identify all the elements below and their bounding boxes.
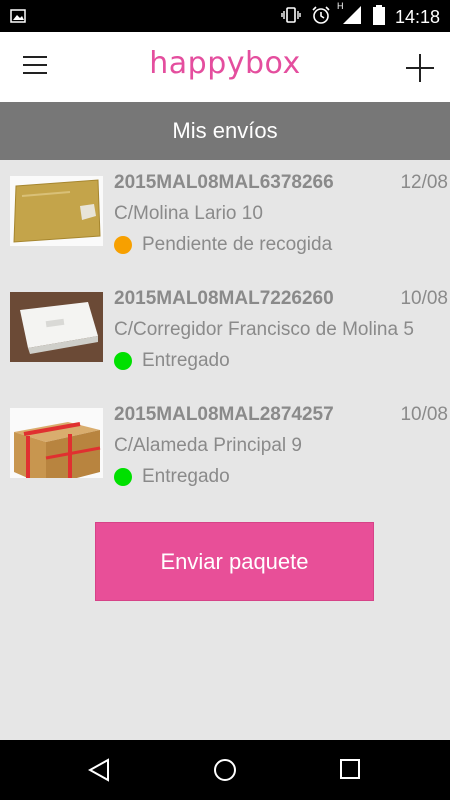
shipment-list: 2015MAL08MAL6378266 12/08 C/Molina Lario… [0,160,450,508]
status-label: Entregado [142,350,230,371]
send-package-button[interactable]: Enviar paquete [95,522,374,601]
shipment-thumbnail [10,176,103,246]
shipment-item[interactable]: 2015MAL08MAL6378266 12/08 C/Molina Lario… [0,160,450,276]
shipment-item[interactable]: 2015MAL08MAL2874257 10/08 C/Alameda Prin… [0,392,450,508]
signal-h-icon: H [337,1,363,29]
shipment-status: Entregado [114,350,230,372]
shipment-address: C/Molina Lario 10 [114,203,263,224]
vibrate-icon [281,6,301,28]
battery-icon [372,5,385,29]
shipment-date: 10/08 [400,404,448,425]
back-triangle-icon[interactable] [87,758,110,786]
shipment-date: 10/08 [400,288,448,309]
app-logo: happybox [149,46,301,81]
plus-icon[interactable] [406,54,434,82]
status-dot-icon [114,468,132,486]
status-dot-icon [114,236,132,254]
status-label: Pendiente de recogida [142,234,333,255]
recents-square-icon[interactable] [339,758,361,784]
shipment-address: C/Corregidor Francisco de Molina 5 [114,319,414,340]
status-icons: H 14:18 [281,1,440,29]
status-label: Entregado [142,466,230,487]
status-time: 14:18 [394,6,440,27]
home-circle-icon[interactable] [213,758,237,786]
shipment-code: 2015MAL08MAL2874257 [114,404,334,425]
network-type-label: H [336,1,344,11]
section-title: Mis envíos [0,102,450,160]
app-bar: happybox [0,32,450,102]
shipment-address: C/Alameda Principal 9 [114,435,302,456]
image-icon [10,8,26,27]
shipment-code: 2015MAL08MAL7226260 [114,288,334,309]
shipment-code: 2015MAL08MAL6378266 [114,172,334,193]
shipment-status: Entregado [114,466,230,488]
shipment-thumbnail [10,408,103,478]
status-dot-icon [114,352,132,370]
shipment-thumbnail [10,292,103,362]
shipment-item[interactable]: 2015MAL08MAL7226260 10/08 C/Corregidor F… [0,276,450,392]
shipment-status: Pendiente de recogida [114,234,332,256]
system-nav-bar [0,740,450,800]
shipment-date: 12/08 [400,172,448,193]
status-bar: H 14:18 [0,0,450,32]
alarm-icon [311,5,331,29]
